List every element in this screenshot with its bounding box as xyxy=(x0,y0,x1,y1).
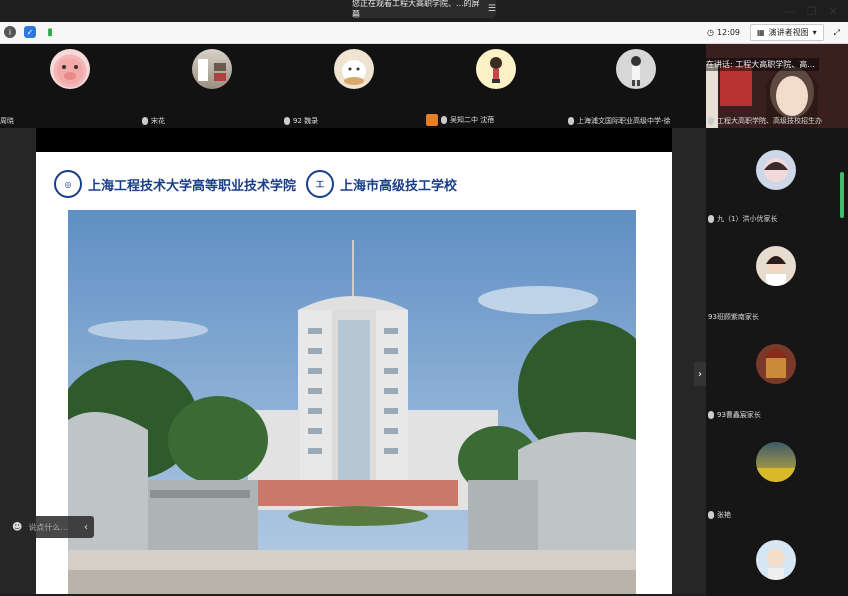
share-banner-text: 您正在观看工程大高职学院、...的屏幕 xyxy=(352,0,480,19)
avatar xyxy=(192,49,232,89)
mic-icon xyxy=(708,215,714,223)
campus-photo xyxy=(68,210,636,594)
avatar xyxy=(756,540,796,580)
participant-name: 九（1）洪小优家长 xyxy=(708,214,777,224)
shield-icon[interactable]: ✓ xyxy=(24,26,36,38)
mic-icon xyxy=(708,117,714,125)
active-speaker-panel[interactable]: 正在讲话: 工程大高职学院、高... 工程大高职学院、高级技校招生办 xyxy=(706,44,848,128)
cartoon-avatar-icon xyxy=(490,57,502,83)
participant-name: 93班顾紫南家长 xyxy=(708,313,759,321)
chevron-down-icon: ▾ xyxy=(812,28,817,37)
pig-avatar-icon xyxy=(57,58,83,84)
person-avatar-icon xyxy=(766,255,786,286)
grid-icon: ▦ xyxy=(757,28,765,37)
avatar xyxy=(334,49,374,89)
seal-icon: ◎ xyxy=(54,170,82,198)
school-logo-1: ◎ 上海工程技术大学高等职业技术学院 xyxy=(54,170,296,198)
emoji-icon[interactable]: ☻ xyxy=(12,522,22,533)
participant-tile[interactable]: 92 魏录 xyxy=(284,44,426,128)
room-avatar-icon xyxy=(198,59,226,81)
participant-name: 宋花 xyxy=(142,116,165,126)
slide-top-bar xyxy=(36,128,672,152)
girl-avatar-icon xyxy=(764,158,788,182)
participant-tile[interactable]: 上海浦文国际职业高级中学-徐 xyxy=(568,44,706,128)
collapse-chat-icon[interactable]: ‹ xyxy=(84,522,94,533)
participant-tile[interactable]: 宋花 xyxy=(142,44,284,128)
participant-gallery: 九（1）洪小优家长 93班顾紫南家长 93曹鑫宸家长 张艳 xyxy=(706,128,848,596)
mic-icon xyxy=(142,117,148,125)
participant-name: 93曹鑫宸家长 xyxy=(708,410,761,420)
clock-icon: ◷ xyxy=(706,28,714,37)
participant-name: 周晓 xyxy=(0,117,14,125)
mic-icon xyxy=(441,116,447,124)
temple-avatar-icon xyxy=(762,348,790,378)
speaker-name: 工程大高职学院、高级技校招生办 xyxy=(708,116,822,126)
participant-tile[interactable]: 周晓 xyxy=(0,44,142,128)
gallery-toggle-button[interactable]: › xyxy=(694,362,706,386)
view-mode-label: 演讲者视图 xyxy=(768,28,809,37)
share-banner[interactable]: 您正在观看工程大高职学院、...的屏幕 ☰ xyxy=(352,0,496,19)
mic-icon xyxy=(708,511,714,519)
gallery-scrollbar[interactable] xyxy=(840,172,844,218)
seal-icon: 工 xyxy=(306,170,334,198)
school-name-2: 上海市高级技工学校 xyxy=(340,178,458,194)
close-button[interactable]: ✕ xyxy=(829,5,838,18)
chat-input-bar[interactable]: ☻ 说点什么... ‹ xyxy=(8,516,94,538)
signal-icon[interactable]: ▮ xyxy=(44,26,56,38)
avatar xyxy=(50,49,90,89)
participant-name: 张艳 xyxy=(708,510,731,520)
view-mode-button[interactable]: ▦ 演讲者视图 ▾ xyxy=(750,24,824,41)
avatar xyxy=(756,344,796,384)
participant-name: 92 魏录 xyxy=(284,116,318,126)
shared-screen: ◎ 上海工程技术大学高等职业技术学院 工 上海市高级技工学校 ☻ 说点什么...… xyxy=(0,128,706,594)
avatar xyxy=(756,150,796,190)
restore-button[interactable]: ❐ xyxy=(807,5,817,18)
presentation-slide: ◎ 上海工程技术大学高等职业技术学院 工 上海市高级技工学校 xyxy=(36,152,672,594)
participant-strip: 周晓 宋花 92 魏录 吴知二中 沈蓓 上海浦文国际职业高级中学-徐 xyxy=(0,44,706,128)
avatar xyxy=(756,442,796,482)
child-avatar-icon xyxy=(767,549,785,580)
window-controls: — ❐ ✕ xyxy=(784,0,848,22)
speaking-indicator: 正在讲话: 工程大高职学院、高... xyxy=(706,58,819,71)
meeting-window: 您正在观看工程大高职学院、...的屏幕 ☰ — ❐ ✕ i ✓ ▮ ◷ 12:0… xyxy=(0,0,848,596)
avatar xyxy=(476,49,516,89)
meeting-timer: ◷ 12:09 xyxy=(707,28,740,37)
girl-avatar-icon xyxy=(631,56,641,86)
school-logo-2: 工 上海市高级技工学校 xyxy=(306,170,457,198)
info-icon[interactable]: i xyxy=(4,26,16,38)
mic-icon xyxy=(568,117,574,125)
fullscreen-icon[interactable]: ⤢ xyxy=(834,28,840,38)
mic-icon xyxy=(284,117,290,125)
avatar xyxy=(616,49,656,89)
landscape-avatar-icon xyxy=(756,468,796,482)
menu-icon[interactable]: ☰ xyxy=(488,4,496,14)
camera-off-icon xyxy=(426,114,438,126)
participant-tile[interactable]: 吴知二中 沈蓓 xyxy=(426,44,568,128)
participant-name: 上海浦文国际职业高级中学-徐 xyxy=(568,116,671,126)
mic-icon xyxy=(708,411,714,419)
participant-name: 吴知二中 沈蓓 xyxy=(426,114,494,126)
minimize-button[interactable]: — xyxy=(784,5,795,18)
toy-avatar-icon xyxy=(342,60,366,85)
toolbar: i ✓ ▮ ◷ 12:09 ▦ 演讲者视图 ▾ ⤢ xyxy=(0,22,848,44)
meeting-time: 12:09 xyxy=(716,28,741,37)
avatar xyxy=(756,246,796,286)
chat-placeholder: 说点什么... xyxy=(28,522,69,532)
school-name-1: 上海工程技术大学高等职业技术学院 xyxy=(88,178,297,194)
logo-row: ◎ 上海工程技术大学高等职业技术学院 工 上海市高级技工学校 xyxy=(36,170,672,204)
